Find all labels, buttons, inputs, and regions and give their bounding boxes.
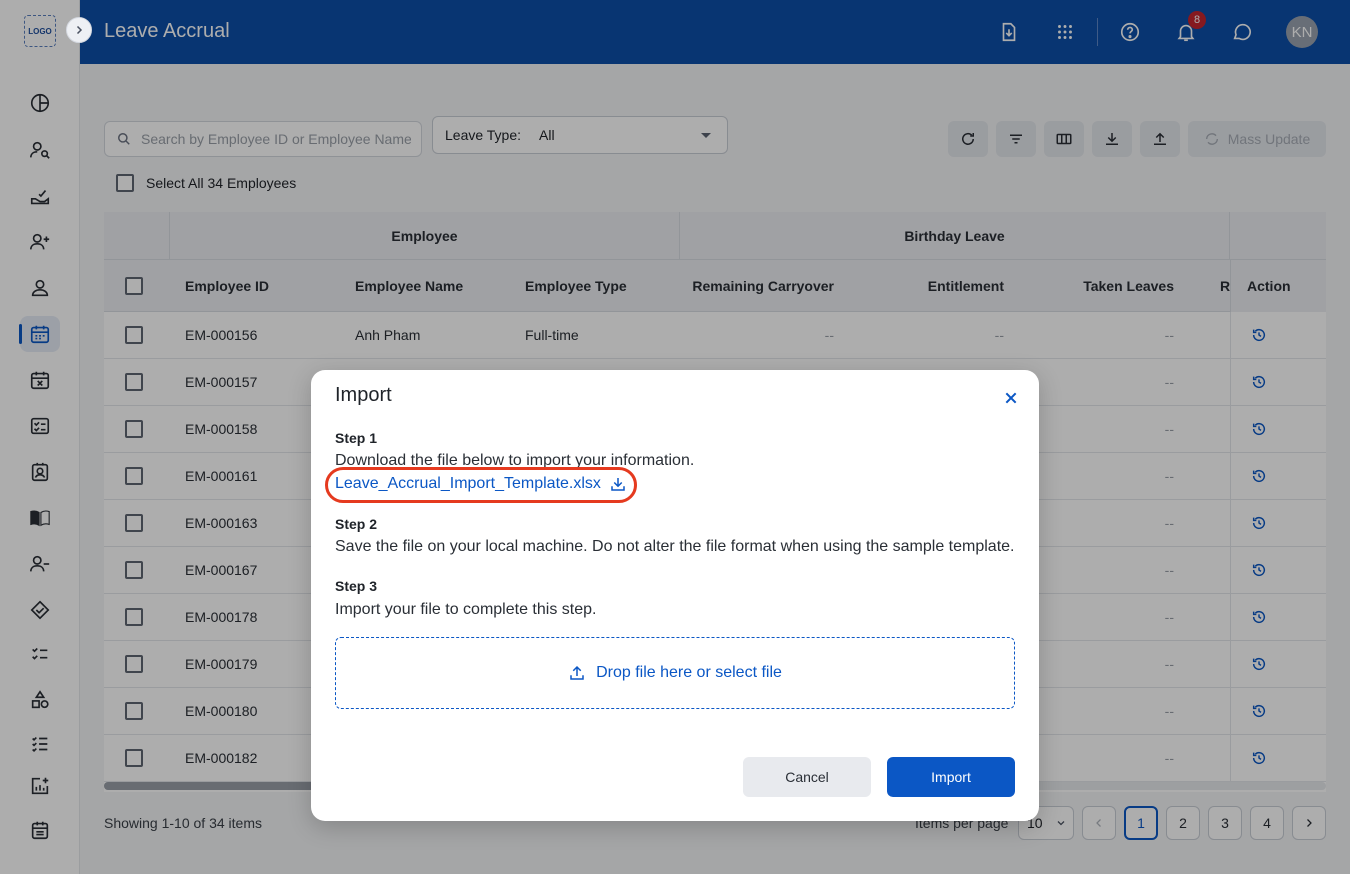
close-icon	[1005, 392, 1017, 404]
dropzone-label: Drop file here or select file	[596, 664, 782, 681]
import-submit-button[interactable]: Import	[887, 757, 1015, 797]
dialog-title: Import	[335, 384, 392, 406]
sidebar-expand-button[interactable]	[66, 17, 92, 43]
download-icon	[611, 478, 625, 491]
cancel-button[interactable]: Cancel	[743, 757, 871, 797]
file-dropzone[interactable]: Drop file here or select file	[335, 637, 1015, 709]
step1-heading: Step 1	[335, 430, 378, 446]
step3-heading: Step 3	[335, 578, 378, 594]
template-filename: Leave_Accrual_Import_Template.xlsx	[335, 475, 601, 492]
step2-text: Save the file on your local machine. Do …	[335, 538, 1015, 555]
import-dialog: Import Step 1 Download the file below to…	[311, 370, 1039, 821]
step3-text: Import your file to complete this step.	[335, 601, 597, 618]
chevron-right-icon	[76, 25, 83, 35]
template-download-link[interactable]: Leave_Accrual_Import_Template.xlsx	[335, 475, 627, 493]
step2-heading: Step 2	[335, 516, 378, 532]
close-dialog-button[interactable]	[1001, 388, 1021, 408]
upload-icon	[570, 665, 584, 680]
